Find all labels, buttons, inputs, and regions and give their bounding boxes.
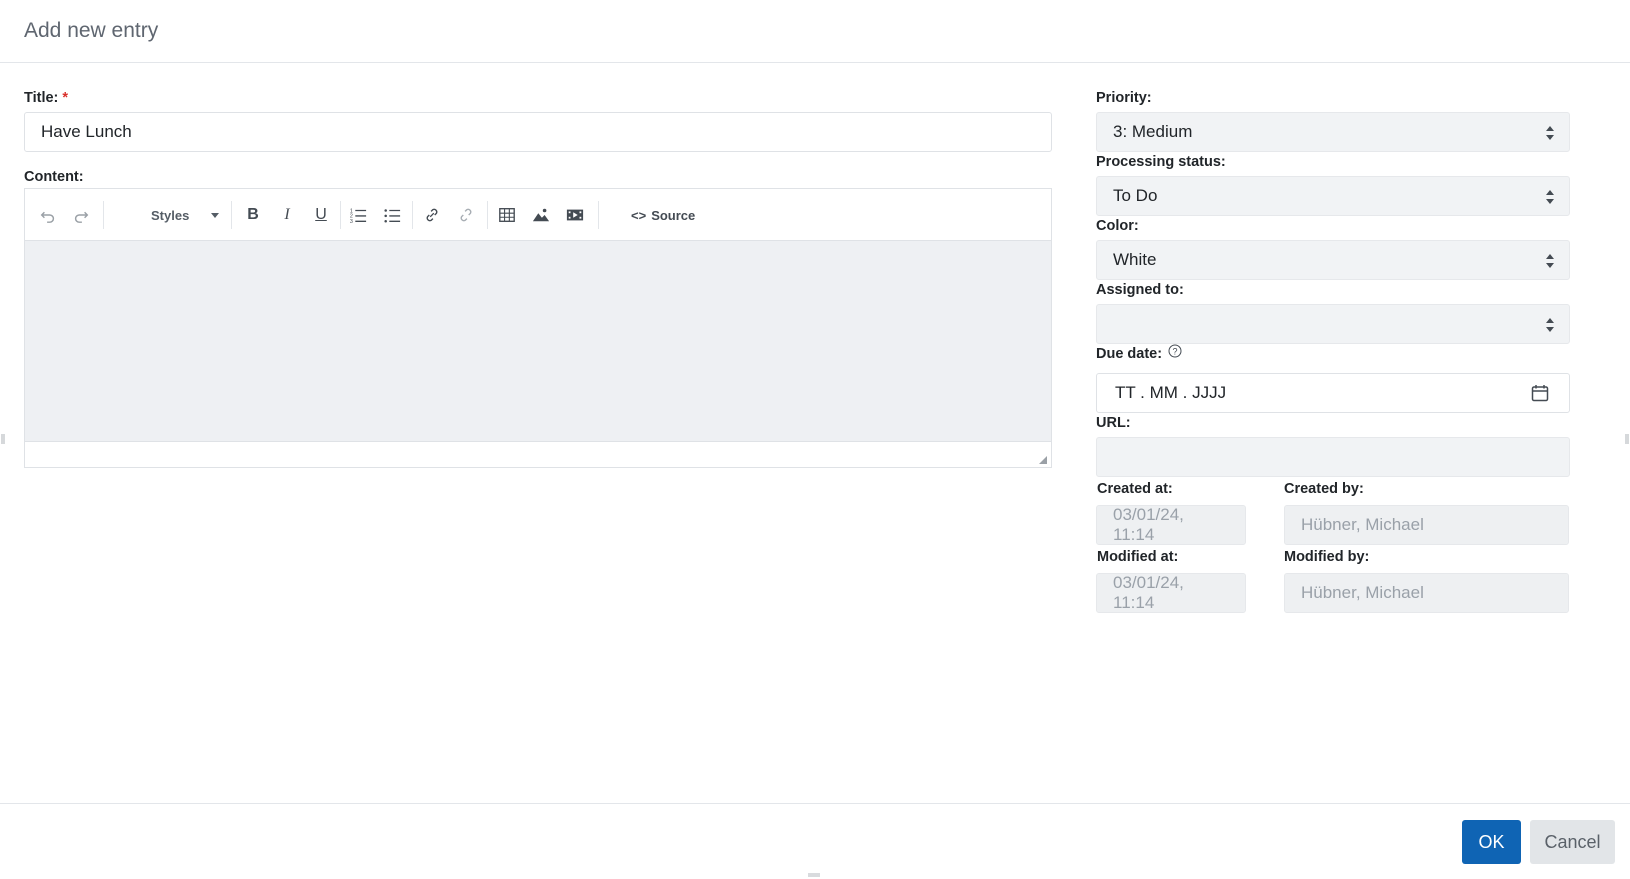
select-caret-icon [1546, 190, 1554, 204]
dialog-title: Add new entry [24, 19, 159, 42]
media-icon[interactable] [562, 202, 588, 228]
color-select[interactable]: White [1096, 240, 1570, 280]
modified-at-field: 03/01/24, 11:14 [1096, 573, 1246, 613]
resize-handle-left[interactable] [1, 434, 5, 444]
editor-content-area[interactable] [25, 241, 1051, 441]
toolbar-separator [412, 201, 413, 229]
due-date-input[interactable]: TT . MM . JJJJ [1096, 373, 1570, 413]
dialog-header: Add new entry [0, 0, 1630, 63]
created-by-field: Hübner, Michael [1284, 505, 1569, 545]
assigned-label: Assigned to: [1096, 282, 1184, 298]
due-date-placeholder: TT . MM . JJJJ [1115, 383, 1227, 402]
title-label: Title: * [24, 90, 68, 106]
status-value: To Do [1113, 186, 1158, 205]
color-value: White [1113, 250, 1157, 269]
modified-by-label: Modified by: [1284, 549, 1370, 565]
redo-icon[interactable] [68, 202, 94, 228]
source-code-icon: <> [631, 207, 647, 223]
source-label: Source [651, 207, 696, 223]
editor-statusbar [25, 441, 1051, 467]
title-label-text: Title: [24, 90, 59, 106]
url-label: URL: [1096, 415, 1131, 431]
underline-icon[interactable]: U [308, 202, 334, 228]
priority-label: Priority: [1096, 90, 1152, 106]
rich-text-editor: Styles B I U 123 <> Source [24, 188, 1052, 468]
select-caret-icon [1546, 318, 1554, 332]
toolbar-separator [487, 201, 488, 229]
resize-handle-right[interactable] [1625, 434, 1629, 444]
unlink-icon[interactable] [453, 202, 479, 228]
content-label: Content: [24, 169, 84, 185]
assigned-select[interactable] [1096, 304, 1570, 344]
styles-label: Styles [151, 207, 190, 223]
created-by-label: Created by: [1284, 481, 1364, 497]
title-input-value: Have Lunch [41, 122, 132, 141]
created-at-value: 03/01/24, 11:14 [1113, 505, 1184, 544]
source-button[interactable]: <> Source [631, 202, 695, 228]
chevron-down-icon [211, 213, 219, 218]
created-by-value: Hübner, Michael [1301, 515, 1424, 534]
calendar-icon[interactable] [1531, 384, 1549, 402]
styles-dropdown[interactable]: Styles [129, 202, 239, 228]
modified-by-field: Hübner, Michael [1284, 573, 1569, 613]
undo-icon[interactable] [35, 202, 61, 228]
ok-button[interactable]: OK [1462, 820, 1521, 864]
italic-icon[interactable]: I [274, 202, 300, 228]
select-caret-icon [1546, 254, 1554, 268]
toolbar-separator [103, 201, 104, 229]
table-icon[interactable] [494, 202, 520, 228]
required-marker: * [62, 90, 69, 106]
priority-select[interactable]: 3: Medium [1096, 112, 1570, 152]
color-label: Color: [1096, 218, 1139, 234]
help-icon[interactable]: ? [1168, 344, 1182, 358]
modified-by-value: Hübner, Michael [1301, 583, 1424, 602]
due-date-label: Due date: [1096, 346, 1163, 362]
dialog-footer: OK Cancel [0, 803, 1630, 879]
bulleted-list-icon[interactable] [379, 202, 405, 228]
svg-text:?: ? [1172, 347, 1177, 357]
svg-text:3: 3 [350, 219, 353, 224]
status-select[interactable]: To Do [1096, 176, 1570, 216]
toolbar-separator [340, 201, 341, 229]
cancel-button[interactable]: Cancel [1530, 820, 1615, 864]
priority-value: 3: Medium [1113, 122, 1193, 141]
numbered-list-icon[interactable]: 123 [345, 202, 371, 228]
editor-toolbar: Styles B I U 123 <> Source [25, 189, 1051, 241]
url-input[interactable] [1096, 437, 1570, 477]
toolbar-separator [598, 201, 599, 229]
created-at-field: 03/01/24, 11:14 [1096, 505, 1246, 545]
resize-grip-icon[interactable] [1039, 456, 1047, 464]
modified-at-value: 03/01/24, 11:14 [1113, 573, 1184, 612]
select-caret-icon [1546, 126, 1554, 140]
resize-handle-bottom[interactable] [808, 873, 820, 877]
bold-icon[interactable]: B [240, 202, 266, 228]
created-at-label: Created at: [1097, 481, 1173, 497]
link-icon[interactable] [419, 202, 445, 228]
title-input[interactable]: Have Lunch [24, 112, 1052, 152]
status-label: Processing status: [1096, 154, 1226, 170]
toolbar-separator [231, 201, 232, 229]
image-icon[interactable] [528, 202, 554, 228]
modified-at-label: Modified at: [1097, 549, 1179, 565]
